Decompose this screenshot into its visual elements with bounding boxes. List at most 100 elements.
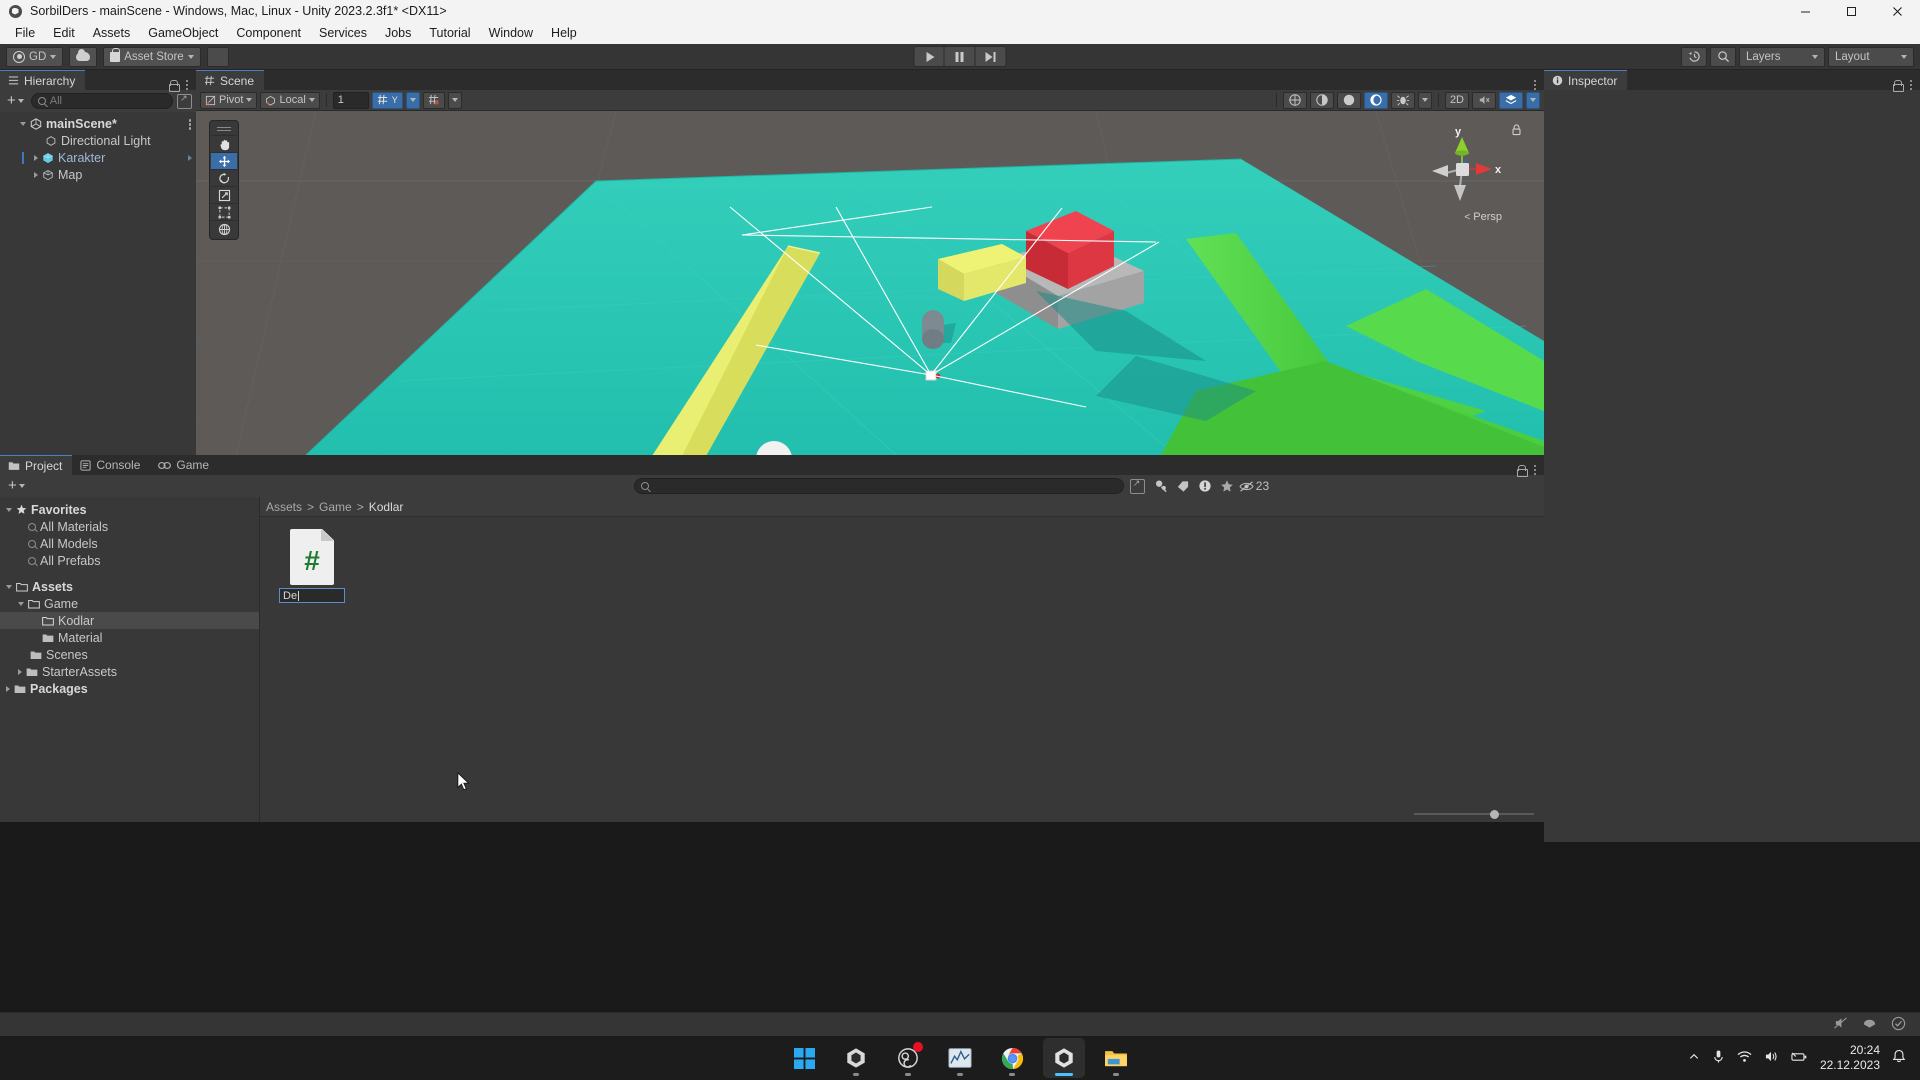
battery-icon[interactable] xyxy=(1791,1050,1808,1066)
project-expand-icon[interactable] xyxy=(1129,478,1145,494)
pivot-dropdown[interactable]: Pivot xyxy=(200,91,258,109)
create-asset-button[interactable]: + xyxy=(5,478,28,493)
transform-tool[interactable] xyxy=(211,220,237,237)
move-tool[interactable] xyxy=(211,152,237,169)
tab-hierarchy[interactable]: Hierarchy xyxy=(0,70,86,90)
menu-assets[interactable]: Assets xyxy=(84,23,140,43)
cloud-button[interactable] xyxy=(69,46,98,67)
play-button[interactable] xyxy=(913,46,945,67)
chevron-right-icon[interactable] xyxy=(34,154,38,161)
hierarchy-item-directional-light[interactable]: Directional Light xyxy=(0,132,196,149)
panel-menu-icon[interactable] xyxy=(1533,79,1536,90)
rect-tool[interactable] xyxy=(211,203,237,220)
panel-menu-icon[interactable] xyxy=(185,79,188,90)
maximize-button[interactable] xyxy=(1828,0,1874,22)
menu-tutorial[interactable]: Tutorial xyxy=(420,23,479,43)
grid-size-input[interactable]: 1 xyxy=(332,91,369,109)
menu-jobs[interactable]: Jobs xyxy=(376,23,420,43)
menu-edit[interactable]: Edit xyxy=(44,23,84,43)
obs-app[interactable] xyxy=(887,1038,929,1078)
scene-menu-icon[interactable] xyxy=(188,119,191,130)
tray-chevron-up-icon[interactable] xyxy=(1688,1050,1700,1066)
layers-dropdown[interactable]: Layers xyxy=(1739,46,1825,67)
history-icon[interactable] xyxy=(1681,46,1707,67)
scale-tool[interactable] xyxy=(211,186,237,203)
file-explorer-app[interactable] xyxy=(1095,1038,1137,1078)
unity-hub-app[interactable] xyxy=(835,1038,877,1078)
pause-button[interactable] xyxy=(944,46,976,67)
tree-item-game[interactable]: Game xyxy=(0,595,259,612)
effects-toggle[interactable] xyxy=(1363,91,1388,109)
scene-fx-dropdown[interactable] xyxy=(1526,91,1540,109)
asset-item[interactable]: # De xyxy=(274,529,350,603)
tree-item-assets[interactable]: Assets xyxy=(0,578,259,595)
menu-gameobject[interactable]: GameObject xyxy=(139,23,227,43)
hand-tool[interactable] xyxy=(211,135,237,152)
layout-dropdown[interactable]: Layout xyxy=(1828,46,1914,67)
notification-bell-icon[interactable] xyxy=(1892,1049,1906,1067)
tree-item-all-prefabs[interactable]: All Prefabs xyxy=(0,552,259,569)
breadcrumb-game[interactable]: Game xyxy=(319,500,352,514)
filter-warning-icon[interactable] xyxy=(1195,477,1215,495)
chevron-down-icon[interactable] xyxy=(20,121,26,126)
menu-file[interactable]: File xyxy=(6,23,44,43)
tree-item-packages[interactable]: Packages xyxy=(0,680,259,697)
unity-editor-app[interactable] xyxy=(1043,1038,1085,1078)
filter-label-icon[interactable] xyxy=(1173,477,1193,495)
chart-app[interactable] xyxy=(939,1038,981,1078)
tab-inspector[interactable]: Inspector xyxy=(1544,70,1628,90)
chevron-right-icon[interactable] xyxy=(188,154,192,161)
tab-game[interactable]: Game xyxy=(150,455,220,475)
rotate-tool[interactable] xyxy=(211,169,237,186)
grid-axis-dropdown[interactable] xyxy=(405,91,420,109)
volume-icon[interactable] xyxy=(1764,1050,1779,1066)
wifi-icon[interactable] xyxy=(1737,1050,1752,1066)
tree-item-favorites[interactable]: Favorites xyxy=(0,501,259,518)
chevron-right-icon[interactable] xyxy=(18,668,22,675)
minimize-button[interactable] xyxy=(1782,0,1828,22)
palette-grip[interactable] xyxy=(217,125,231,132)
asset-zoom-slider[interactable] xyxy=(1414,808,1534,820)
hierarchy-expand-icon[interactable] xyxy=(177,93,192,109)
menu-services[interactable]: Services xyxy=(310,23,376,43)
menu-window[interactable]: Window xyxy=(480,23,542,43)
tree-item-kodlar[interactable]: Kodlar xyxy=(0,612,259,629)
step-button[interactable] xyxy=(975,46,1007,67)
status-ok-icon[interactable] xyxy=(1891,1016,1906,1034)
hierarchy-item-map[interactable]: Map xyxy=(0,166,196,183)
chevron-down-icon[interactable] xyxy=(6,584,12,589)
breadcrumb-assets[interactable]: Assets xyxy=(266,500,302,514)
toolbar-extra-button[interactable] xyxy=(206,46,229,67)
microphone-icon[interactable] xyxy=(1712,1049,1725,1067)
panel-menu-icon[interactable] xyxy=(1909,79,1912,90)
hierarchy-search-input[interactable]: All xyxy=(30,93,173,109)
chrome-app[interactable] xyxy=(991,1038,1033,1078)
chevron-down-icon[interactable] xyxy=(6,507,12,512)
close-button[interactable] xyxy=(1874,0,1920,22)
gizmo-lock-icon[interactable] xyxy=(1511,123,1522,139)
scene-view-options-2[interactable] xyxy=(1309,91,1334,109)
gizmos-dropdown[interactable] xyxy=(1417,91,1432,109)
asset-grid[interactable]: # De xyxy=(260,517,1544,806)
tab-project[interactable]: Project xyxy=(0,455,73,475)
tree-item-all-materials[interactable]: All Materials xyxy=(0,518,259,535)
2d-toggle-button[interactable]: 2D xyxy=(1444,91,1469,109)
asset-store-button[interactable]: Asset Store xyxy=(103,46,201,67)
breadcrumb-kodlar[interactable]: Kodlar xyxy=(369,500,404,514)
tree-item-all-models[interactable]: All Models xyxy=(0,535,259,552)
grid-axis-button[interactable]: Y xyxy=(371,91,403,109)
asset-rename-input[interactable]: De xyxy=(279,588,345,603)
status-mute-icon[interactable] xyxy=(1833,1016,1848,1033)
lock-icon[interactable] xyxy=(168,79,180,92)
tree-item-scenes[interactable]: Scenes xyxy=(0,646,259,663)
hierarchy-item-mainscene[interactable]: mainScene* xyxy=(0,115,196,132)
account-dropdown[interactable]: GD xyxy=(6,46,64,67)
filter-favorite-icon[interactable] xyxy=(1217,477,1237,495)
grid-snap-button[interactable] xyxy=(422,91,445,109)
project-search-input[interactable] xyxy=(633,478,1124,494)
add-gameobject-button[interactable]: + xyxy=(4,93,27,108)
scene-orientation-gizmo[interactable]: y x xyxy=(1416,123,1508,215)
status-collab-icon[interactable] xyxy=(1862,1016,1877,1033)
gizmos-visibility-button[interactable] xyxy=(1390,91,1415,109)
scene-view-options-1[interactable] xyxy=(1282,91,1307,109)
